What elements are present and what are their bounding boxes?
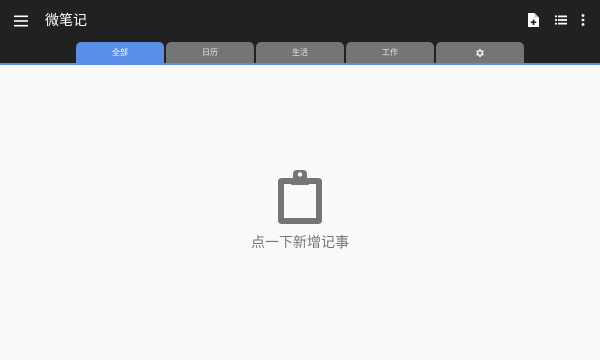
gear-icon: [475, 48, 485, 58]
tab-life[interactable]: 生活: [256, 42, 344, 63]
clipboard-icon: [0, 170, 600, 224]
tab-settings[interactable]: [436, 42, 524, 63]
tab-all-label: 全部: [112, 48, 128, 57]
tab-life-label: 生活: [292, 48, 308, 57]
empty-state-text: 点一下新增记事: [251, 235, 349, 251]
tab-work[interactable]: 工作: [346, 42, 434, 63]
app-bar: 微笔记 全部 日历 生活 工作: [0, 0, 600, 63]
note-add-icon[interactable]: [524, 11, 542, 29]
app-title: 微笔记: [45, 13, 87, 29]
tab-all[interactable]: 全部: [76, 42, 164, 63]
tab-indicator-line: [0, 63, 600, 65]
tab-calendar[interactable]: 日历: [166, 42, 254, 63]
list-view-icon[interactable]: [552, 11, 570, 29]
tab-work-label: 工作: [382, 48, 398, 57]
hamburger-menu-icon[interactable]: [10, 10, 32, 32]
more-vert-icon[interactable]: [574, 11, 592, 29]
tab-calendar-label: 日历: [202, 48, 218, 57]
empty-state[interactable]: 点一下新增记事: [0, 170, 600, 252]
